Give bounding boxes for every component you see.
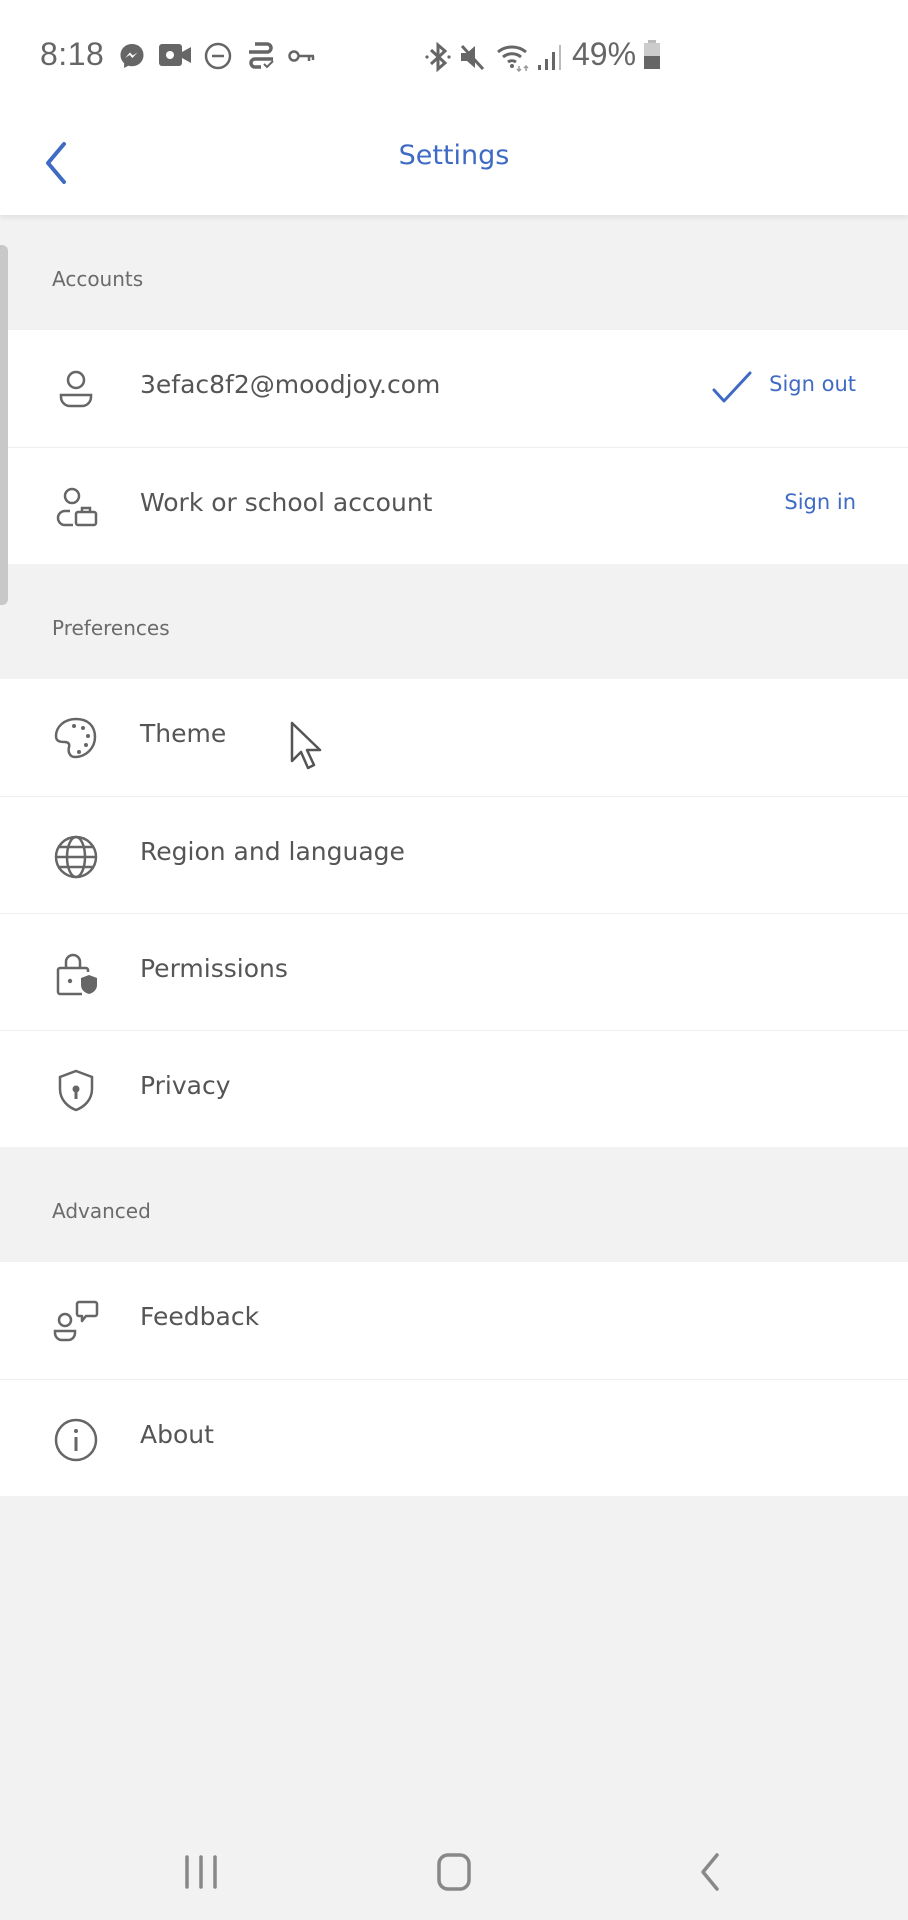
section-header-accounts: Accounts [0, 215, 908, 330]
battery-icon [644, 40, 660, 69]
home-button[interactable] [415, 1842, 495, 1902]
permissions-label: Permissions [140, 954, 288, 983]
settings-item-about[interactable]: About [0, 1379, 908, 1496]
section-header-preferences: Preferences [0, 564, 908, 679]
signal-icon [538, 45, 561, 70]
settings-item-region-language[interactable]: Region and language [0, 796, 908, 913]
status-bar: 8:18 49% [0, 0, 908, 110]
theme-label: Theme [140, 719, 227, 748]
palette-icon [54, 717, 97, 759]
recents-icon [185, 1855, 217, 1889]
lock-shield-icon [56, 953, 97, 996]
section-title: Advanced [52, 1199, 151, 1223]
recents-button[interactable] [161, 1842, 241, 1902]
status-time: 8:18 [40, 36, 105, 72]
sign-out-button[interactable]: Sign out [769, 372, 856, 396]
section-header-advanced: Advanced [0, 1147, 908, 1262]
region-language-label: Region and language [140, 837, 405, 866]
section-title: Preferences [52, 616, 170, 640]
battery-percent: 49% [572, 36, 637, 72]
video-call-icon [159, 44, 191, 66]
home-icon [437, 1853, 471, 1891]
feedback-icon [53, 1300, 99, 1342]
shield-keyhole-icon [58, 1069, 94, 1112]
bluetooth-icon [425, 42, 451, 72]
privacy-label: Privacy [140, 1071, 231, 1100]
account-row-personal[interactable]: 3efac8f2@moodjoy.com Sign out [0, 330, 908, 447]
settings-list: Accounts 3efac8f2@moodjoy.com Sign out W… [0, 215, 908, 1496]
settings-item-feedback[interactable]: Feedback [0, 1262, 908, 1379]
scrollbar[interactable] [0, 245, 8, 605]
info-icon [54, 1418, 98, 1462]
account-email: 3efac8f2@moodjoy.com [140, 370, 441, 399]
app-header: Settings [0, 110, 908, 215]
do-not-disturb-icon [204, 42, 232, 70]
vpn-key-icon [288, 50, 315, 62]
settings-item-privacy[interactable]: Privacy [0, 1030, 908, 1147]
work-account-icon [56, 487, 98, 527]
account-row-work[interactable]: Work or school account Sign in [0, 447, 908, 564]
mute-icon [460, 44, 485, 71]
system-nav-bar [0, 1800, 908, 1920]
globe-icon [54, 835, 98, 879]
about-label: About [140, 1420, 214, 1449]
page-title: Settings [398, 140, 510, 171]
section-title: Accounts [52, 267, 144, 291]
sign-in-button[interactable]: Sign in [784, 490, 856, 514]
settings-item-theme[interactable]: Theme [0, 679, 908, 796]
settings-item-permissions[interactable]: Permissions [0, 913, 908, 1030]
checkmark-icon [712, 371, 752, 403]
person-icon [59, 370, 93, 408]
messenger-icon [120, 44, 144, 68]
wifi-icon [497, 45, 529, 72]
work-account-label: Work or school account [140, 488, 433, 517]
back-icon [701, 1853, 719, 1891]
system-back-button[interactable] [670, 1842, 750, 1902]
feedback-label: Feedback [140, 1302, 260, 1331]
sync-icon [249, 42, 274, 69]
